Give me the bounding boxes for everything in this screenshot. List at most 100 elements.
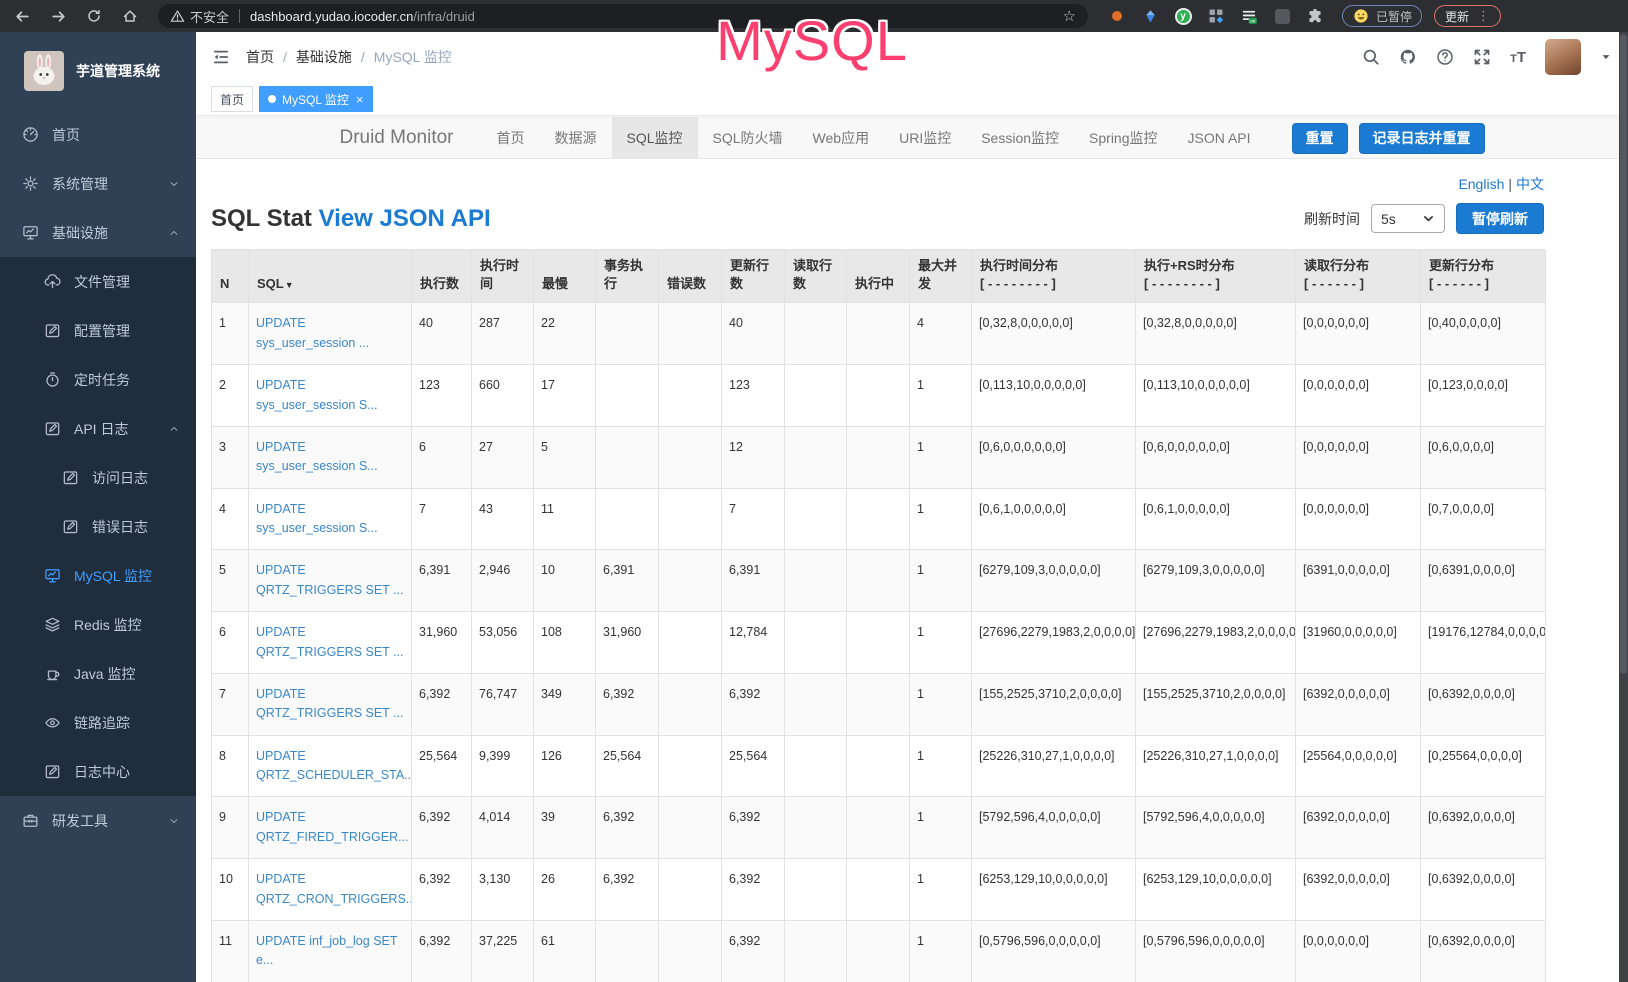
view-json-api-link[interactable]: View JSON API	[319, 205, 491, 232]
druid-nav-item-JSON API[interactable]: JSON API	[1173, 117, 1266, 159]
sql-link[interactable]: UPDATE QRTZ_SCHEDULER_STA...	[256, 749, 412, 782]
tag-MySQL 监控[interactable]: MySQL 监控×	[259, 86, 373, 112]
sidebar-item-api-log[interactable]: API 日志	[0, 404, 196, 453]
sidebar-item-system[interactable]: 系统管理	[0, 159, 196, 208]
font-size-icon[interactable]: TT	[1510, 49, 1526, 66]
squares-extension-icon[interactable]	[1207, 7, 1225, 25]
browser-reload-icon[interactable]	[84, 6, 104, 26]
browser-forward-icon[interactable]	[48, 6, 68, 26]
druid-nav-item-SQL防火墙[interactable]: SQL防火墙	[698, 117, 798, 159]
sidebar-item-access-log[interactable]: 访问日志	[0, 453, 196, 502]
gem-extension-icon[interactable]	[1141, 7, 1159, 25]
sidebar-item-home[interactable]: 首页	[0, 110, 196, 159]
sql-link[interactable]: UPDATE QRTZ_FIRED_TRIGGER...	[256, 810, 409, 843]
extensions-puzzle-icon[interactable]	[1306, 7, 1324, 25]
cell-sql: UPDATE QRTZ_TRIGGERS SET ...	[249, 612, 412, 674]
breadcrumb-item[interactable]: 首页	[246, 47, 274, 67]
cell-value: [6279,109,3,0,0,0,0,0]	[972, 550, 1136, 612]
breadcrumb-item[interactable]: 基础设施	[296, 47, 352, 67]
github-icon[interactable]	[1399, 48, 1417, 66]
search-icon[interactable]	[1362, 48, 1380, 66]
lang-chinese-link[interactable]: 中文	[1516, 176, 1544, 192]
avatar[interactable]	[1545, 39, 1581, 75]
sql-link[interactable]: UPDATE sys_user_session S...	[256, 440, 378, 473]
page-scrollbar[interactable]	[1619, 32, 1628, 982]
list-on-extension-icon[interactable]: on	[1240, 7, 1258, 25]
cell-value	[785, 303, 847, 365]
sql-link[interactable]: UPDATE QRTZ_TRIGGERS SET ...	[256, 563, 403, 596]
chevron-down-icon[interactable]	[1600, 51, 1612, 63]
sidebar-item-trace[interactable]: 链路追踪	[0, 698, 196, 747]
sql-link[interactable]: UPDATE QRTZ_TRIGGERS SET ...	[256, 687, 403, 720]
paused-extension-pill[interactable]: 已暂停	[1342, 5, 1422, 27]
sql-link[interactable]: UPDATE sys_user_session S...	[256, 502, 378, 535]
sidebar-item-config[interactable]: 配置管理	[0, 306, 196, 355]
sidebar-item-redis[interactable]: Redis 监控	[0, 600, 196, 649]
cell-value: 39	[534, 797, 596, 859]
sidebar-item-dev-tools[interactable]: 研发工具	[0, 796, 196, 845]
toolbox-icon	[22, 812, 39, 829]
fullscreen-icon[interactable]	[1473, 48, 1491, 66]
lang-english-link[interactable]: English	[1458, 176, 1504, 192]
sql-link[interactable]: UPDATE QRTZ_TRIGGERS SET ...	[256, 625, 403, 658]
cell-value	[785, 488, 847, 550]
app-logo[interactable]: 芋道管理系统	[0, 32, 196, 110]
cell-value: 126	[534, 735, 596, 797]
column-header[interactable]: SQL▼	[249, 250, 412, 303]
sidebar-item-label: 访问日志	[92, 468, 148, 488]
sidebar-item-error-log[interactable]: 错误日志	[0, 502, 196, 551]
refresh-interval-select[interactable]: 5s	[1371, 204, 1445, 233]
green-y-extension-icon[interactable]: y	[1174, 7, 1192, 25]
druid-brand[interactable]: Druid Monitor	[339, 127, 453, 149]
refresh-controls: 刷新时间 5s 暂停刷新	[1304, 203, 1544, 234]
donut-extension-icon[interactable]	[1108, 7, 1126, 25]
reset-button[interactable]: 重置	[1292, 123, 1348, 154]
sidebar-item-infra[interactable]: 基础设施	[0, 208, 196, 257]
sql-link[interactable]: UPDATE QRTZ_CRON_TRIGGERS...	[256, 872, 412, 905]
refresh-interval-value: 5s	[1381, 211, 1396, 227]
druid-nav-item-Web应用[interactable]: Web应用	[798, 117, 885, 159]
dark-extension-icon[interactable]	[1273, 7, 1291, 25]
scrollbar-thumb[interactable]	[1620, 34, 1627, 674]
sidebar-item-mysql[interactable]: MySQL 监控	[0, 551, 196, 600]
browser-home-icon[interactable]	[120, 6, 140, 26]
druid-nav-item-URI监控[interactable]: URI监控	[884, 117, 966, 159]
bookmark-star-icon[interactable]: ☆	[1063, 7, 1076, 25]
cell-value: [0,6392,0,0,0,0]	[1421, 673, 1546, 735]
cell-value: 6,392	[722, 797, 785, 859]
cell-value: [0,113,10,0,0,0,0,0]	[1136, 365, 1296, 427]
log-and-reset-button[interactable]: 记录日志并重置	[1359, 123, 1485, 154]
tag-首页[interactable]: 首页	[211, 86, 253, 112]
cell-value	[596, 488, 659, 550]
pause-refresh-button[interactable]: 暂停刷新	[1456, 203, 1544, 234]
sidebar-item-log-center[interactable]: 日志中心	[0, 747, 196, 796]
cell-value: 6,392	[722, 859, 785, 921]
sql-link[interactable]: UPDATE sys_user_session ...	[256, 316, 369, 349]
browser-back-icon[interactable]	[12, 6, 32, 26]
sidebar-item-file[interactable]: 文件管理	[0, 257, 196, 306]
browser-update-button[interactable]: 更新 ⋮	[1434, 5, 1501, 27]
druid-nav-item-首页[interactable]: 首页	[482, 117, 540, 159]
cell-value	[847, 673, 910, 735]
druid-nav-item-数据源[interactable]: 数据源	[540, 117, 612, 159]
cell-value: 108	[534, 612, 596, 674]
browser-menu-icon[interactable]: ⋮	[1477, 8, 1490, 24]
sidebar-item-java[interactable]: Java 监控	[0, 649, 196, 698]
druid-nav-item-Spring监控[interactable]: Spring监控	[1074, 117, 1172, 159]
cell-value: 6,392	[412, 920, 472, 982]
close-icon[interactable]: ×	[356, 92, 364, 107]
sql-link[interactable]: UPDATE sys_user_session S...	[256, 378, 378, 411]
druid-nav-item-SQL监控[interactable]: SQL监控	[612, 117, 698, 159]
sidebar-collapse-icon[interactable]	[212, 48, 230, 66]
cell-value: 37,225	[472, 920, 534, 982]
druid-nav-item-Session监控[interactable]: Session监控	[966, 117, 1074, 159]
sidebar-item-job[interactable]: 定时任务	[0, 355, 196, 404]
cell-value: [0,6,1,0,0,0,0,0]	[1136, 488, 1296, 550]
help-icon[interactable]	[1436, 48, 1454, 66]
table-row: 1UPDATE sys_user_session ...4028722404[0…	[212, 303, 1546, 365]
address-bar[interactable]: 不安全 dashboard.yudao.iocoder.cn/infra/dru…	[158, 4, 1088, 28]
sql-link[interactable]: UPDATE inf_job_log SET e...	[256, 934, 397, 967]
cell-value	[785, 797, 847, 859]
cell-value: 6	[412, 426, 472, 488]
security-warning-icon[interactable]	[170, 9, 185, 24]
